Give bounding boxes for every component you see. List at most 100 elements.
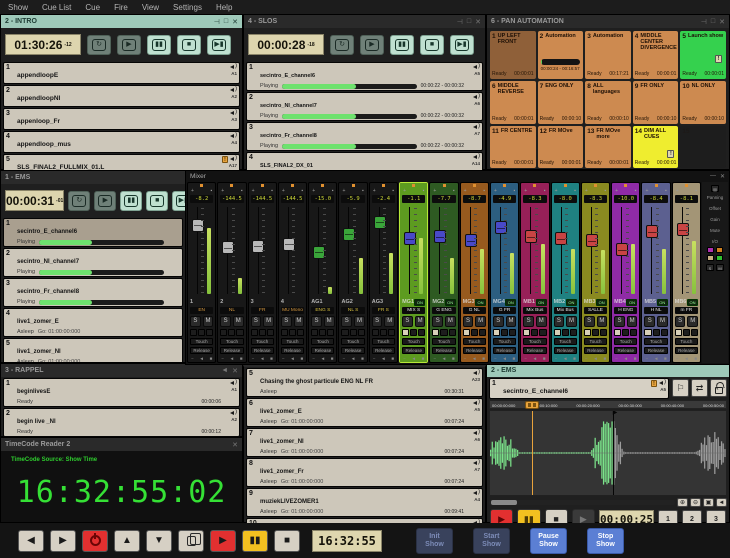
automation-write-button[interactable]: [281, 329, 288, 336]
loop-marker-line[interactable]: [532, 411, 533, 495]
pan-cue-cell[interactable]: 13 FR MOve more ! Ready 00:00:01: [585, 126, 631, 168]
close-icon[interactable]: ✕: [232, 367, 238, 375]
fader-track[interactable]: [523, 205, 546, 296]
speaker-icon[interactable]: [229, 64, 237, 71]
flag-button[interactable]: ⚐: [672, 379, 689, 397]
on-button[interactable]: ON: [687, 299, 698, 306]
pan-cue-cell[interactable]: 2 Automation 00:00:24 - 00:16:57 !: [538, 31, 584, 79]
mute-button[interactable]: M: [716, 264, 724, 271]
speaker-icon[interactable]: [472, 490, 480, 497]
mute-button[interactable]: M: [657, 316, 668, 327]
minus-icon[interactable]: −: [585, 356, 588, 361]
fader-handle[interactable]: [374, 216, 386, 229]
fader-handle[interactable]: [495, 221, 507, 234]
release-button[interactable]: Release: [523, 347, 546, 354]
speaker-icon[interactable]: ◄: [260, 356, 264, 361]
speaker-icon[interactable]: [229, 133, 237, 140]
mute-button[interactable]: M: [263, 316, 274, 327]
automation-trim-button[interactable]: [570, 329, 577, 336]
side-label[interactable]: Mute: [710, 228, 720, 233]
cue-row[interactable]: 5 live1_zomer_Nl Asleep Go: 01:00:00:000: [3, 338, 183, 363]
speaker-icon[interactable]: [472, 430, 480, 437]
plus-icon[interactable]: +: [191, 188, 194, 195]
close-icon[interactable]: ✕: [720, 173, 725, 180]
mute-button[interactable]: M: [415, 316, 426, 327]
fader-handle[interactable]: [586, 234, 598, 247]
slot-icon[interactable]: ▪: [392, 188, 394, 195]
speaker-icon[interactable]: [472, 94, 480, 101]
release-button[interactable]: Release: [402, 347, 425, 354]
automation-read-button[interactable]: [289, 329, 296, 336]
mute-button[interactable]: M: [597, 316, 608, 327]
play-button[interactable]: ▶: [210, 530, 236, 552]
speaker-icon[interactable]: [472, 124, 480, 131]
stop-icon[interactable]: ■: [361, 356, 364, 361]
solo-button[interactable]: S: [644, 316, 655, 327]
slot-icon[interactable]: ▪: [241, 188, 243, 195]
automation-read-button[interactable]: [380, 329, 387, 336]
automation-read-button[interactable]: [592, 329, 599, 336]
fader-handle[interactable]: [222, 241, 234, 254]
pages-button[interactable]: [178, 530, 204, 552]
minimize-icon[interactable]: —: [710, 173, 716, 180]
cue-row[interactable]: 3 secintro_Fr_channel8 Playing 00:00:22 …: [246, 122, 483, 151]
minus-icon[interactable]: −: [282, 356, 285, 361]
side-label[interactable]: Offset: [709, 206, 721, 211]
automation-write-button[interactable]: [554, 329, 561, 336]
automation-trim-button[interactable]: [388, 329, 395, 336]
stop-icon[interactable]: ■: [270, 356, 273, 361]
fader-handle[interactable]: [404, 232, 416, 245]
scrollbar-thumb[interactable]: [491, 500, 517, 505]
power-button[interactable]: [82, 530, 108, 552]
fader-track[interactable]: [584, 205, 607, 296]
slot-icon[interactable]: ▪: [695, 188, 697, 195]
speaker-icon[interactable]: ◄: [221, 367, 228, 375]
slot-icon[interactable]: ▪: [453, 188, 455, 195]
minus-icon[interactable]: −: [524, 356, 527, 361]
pan-titlebar[interactable]: 6 - PAN AUTOMATION ⊣□✕: [487, 15, 729, 28]
touch-button[interactable]: Touch: [675, 338, 698, 345]
fader-track[interactable]: [493, 205, 516, 296]
automation-write-button[interactable]: [493, 329, 500, 336]
automation-read-button[interactable]: [683, 329, 690, 336]
fader-track[interactable]: [281, 205, 304, 296]
stop-icon[interactable]: ■: [210, 356, 213, 361]
automation-trim-button[interactable]: [630, 329, 637, 336]
touch-button[interactable]: Touch: [220, 338, 243, 345]
transport-button[interactable]: ▶▮: [172, 191, 186, 211]
plus-icon[interactable]: +: [252, 188, 255, 195]
solo-button[interactable]: S: [220, 316, 231, 327]
pan-cue-cell[interactable]: 9 FR ONLY ! Ready 00:00:10: [633, 81, 679, 123]
fader-track[interactable]: [614, 205, 637, 296]
release-button[interactable]: Release: [554, 347, 577, 354]
release-button[interactable]: Release: [341, 347, 364, 354]
minus-icon[interactable]: −: [252, 356, 255, 361]
mute-button[interactable]: M: [324, 316, 335, 327]
automation-trim-button[interactable]: [327, 329, 334, 336]
solo-button[interactable]: S: [554, 316, 565, 327]
stop-icon[interactable]: ■: [300, 356, 303, 361]
fader-track[interactable]: [311, 205, 334, 296]
solo-button[interactable]: S: [190, 316, 201, 327]
solo-button[interactable]: S: [523, 316, 534, 327]
speaker-icon[interactable]: ◄: [624, 356, 628, 361]
on-button[interactable]: ON: [596, 299, 607, 306]
minus-icon[interactable]: −: [342, 356, 345, 361]
color-chip[interactable]: [707, 247, 714, 253]
minus-icon[interactable]: −: [555, 356, 558, 361]
solo-button[interactable]: S: [341, 316, 352, 327]
minus-icon[interactable]: −: [312, 356, 315, 361]
slot-icon[interactable]: ▪: [604, 188, 606, 195]
speaker-icon[interactable]: [472, 370, 480, 377]
automation-read-button[interactable]: [562, 329, 569, 336]
cue-row[interactable]: 3 secintro_Fr_channel8 Playing: [3, 278, 183, 307]
fader-handle[interactable]: [283, 238, 295, 251]
plus-icon[interactable]: +: [433, 188, 436, 195]
speaker-icon[interactable]: ◄: [533, 356, 537, 361]
minus-icon[interactable]: −: [615, 356, 618, 361]
slot-icon[interactable]: ▪: [635, 188, 637, 195]
slot-icon[interactable]: ▪: [211, 188, 213, 195]
automation-read-button[interactable]: [350, 329, 357, 336]
automation-trim-button[interactable]: [539, 329, 546, 336]
release-button[interactable]: Release: [463, 347, 486, 354]
